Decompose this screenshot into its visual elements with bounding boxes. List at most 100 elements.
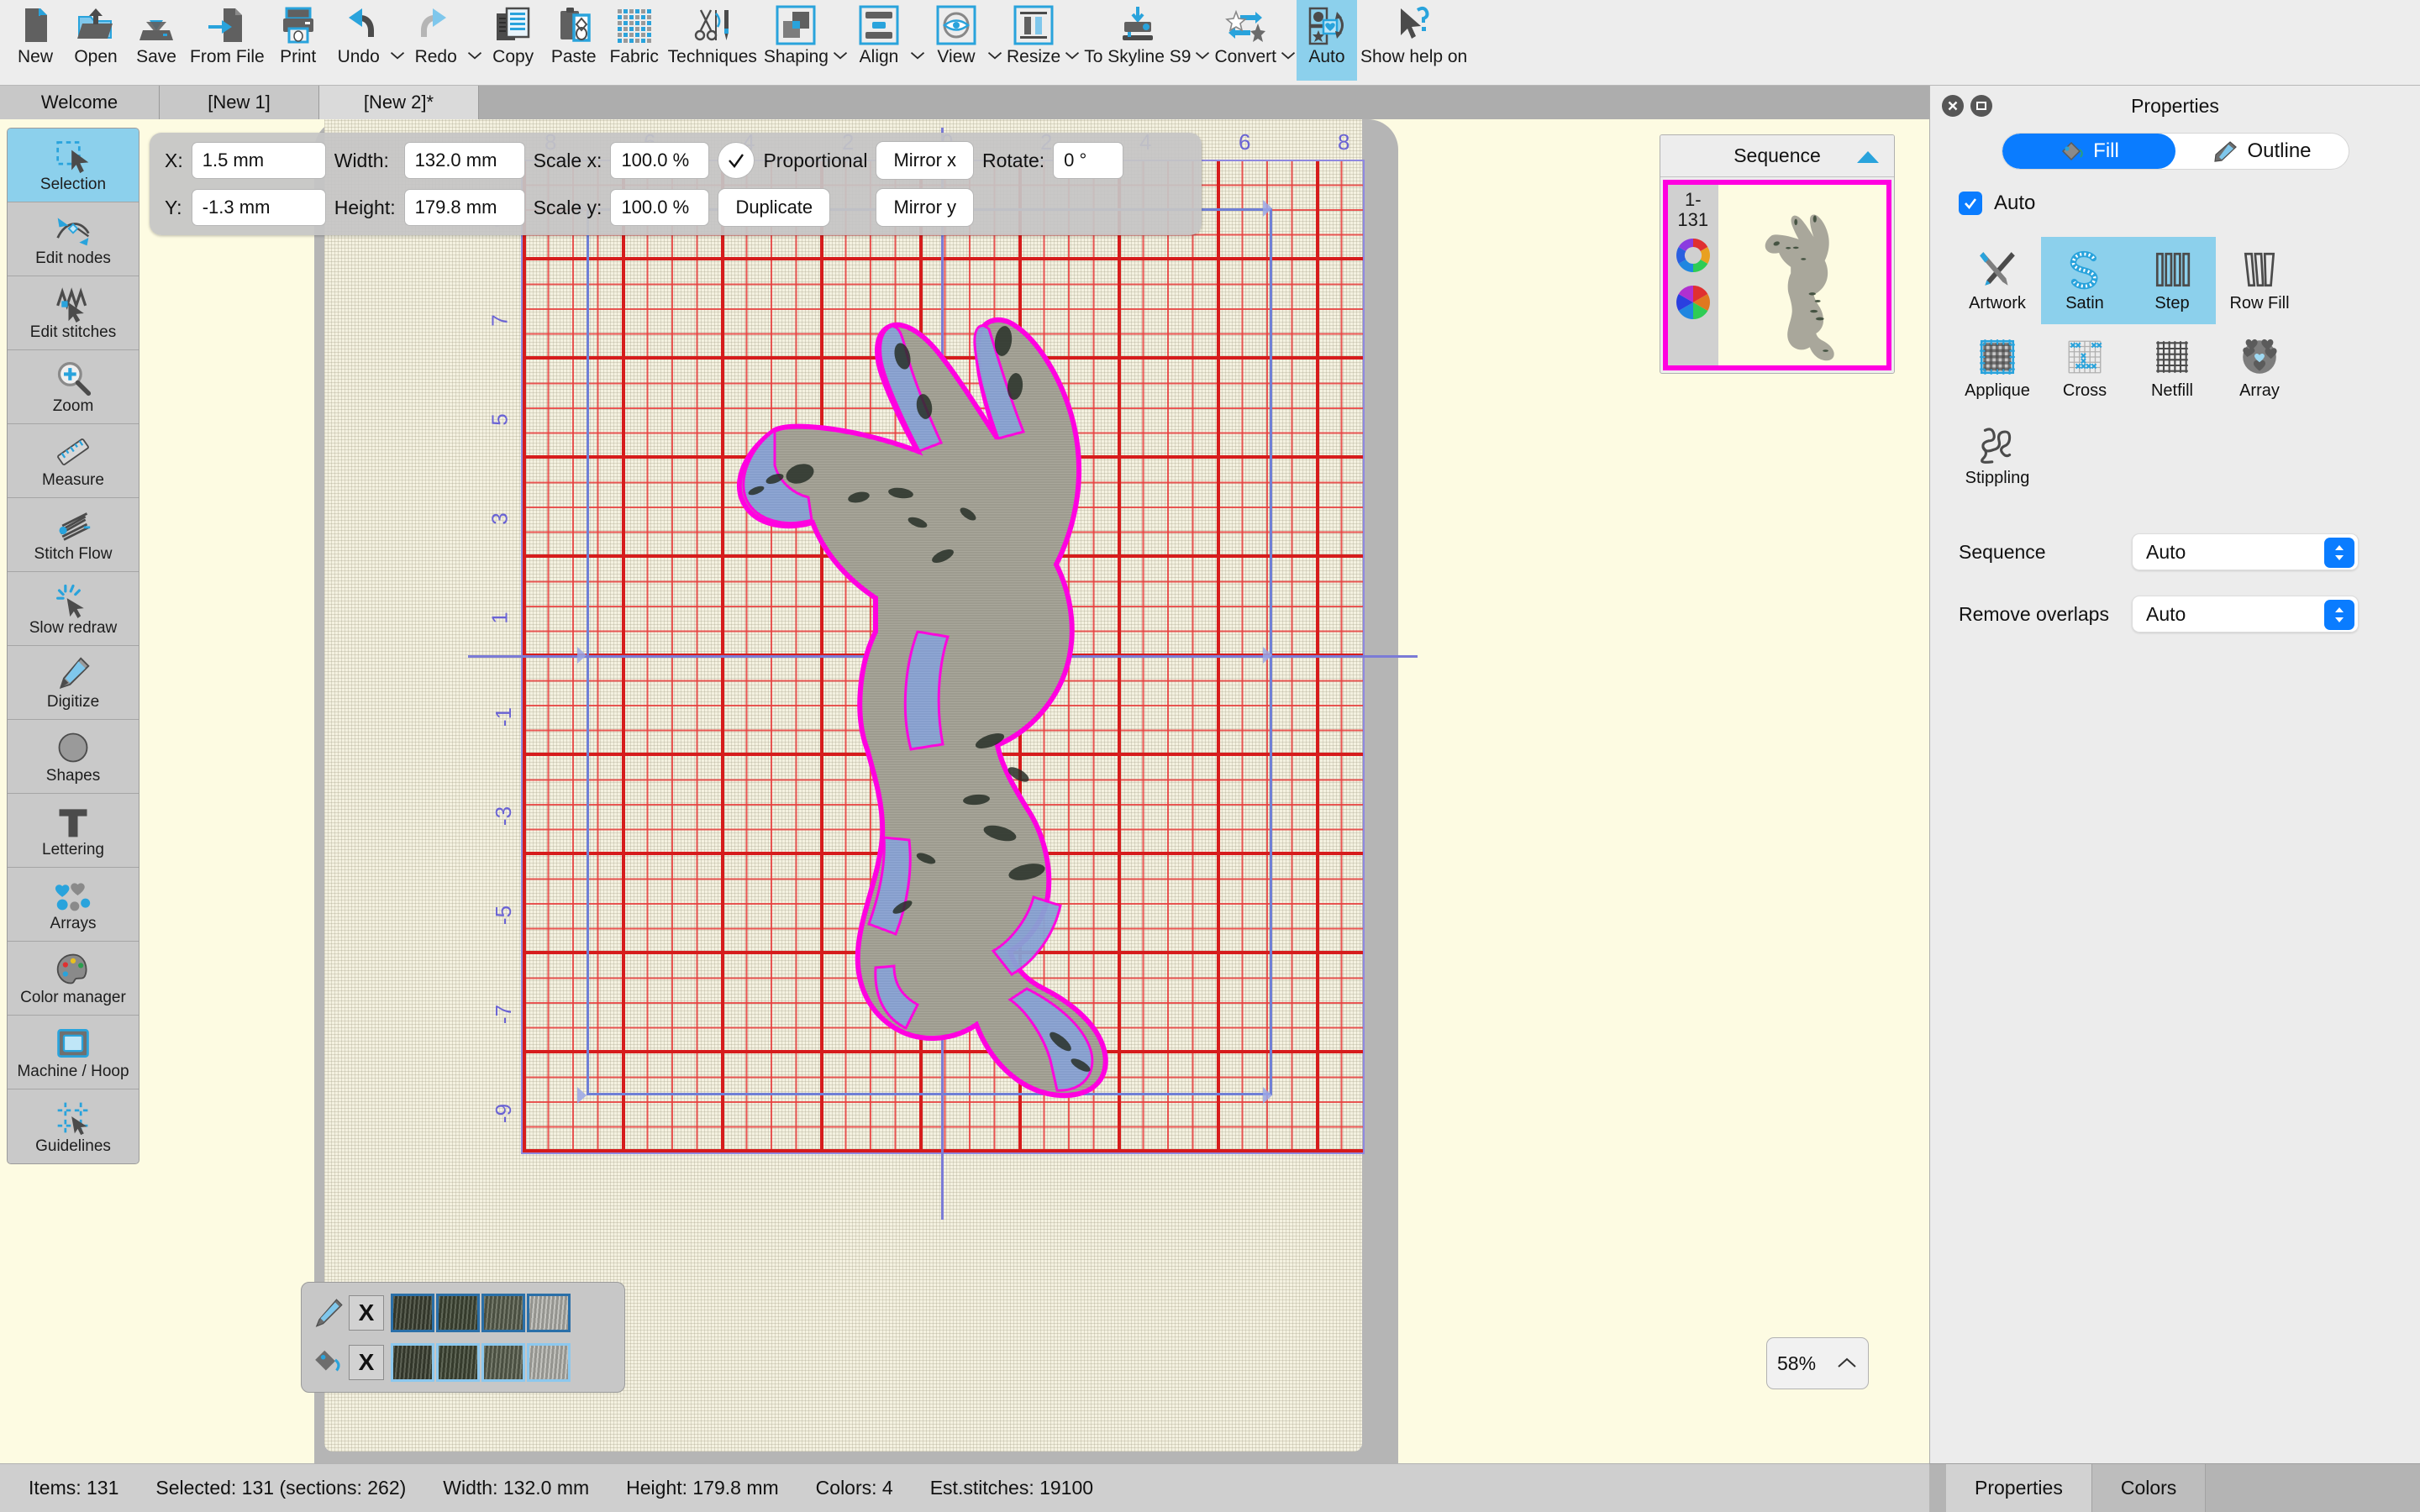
fill-type-cross[interactable]: Cross [2041, 324, 2128, 412]
color-wheel-ring-icon[interactable] [1673, 235, 1713, 276]
toolbar-button-save[interactable]: Save [126, 0, 187, 81]
document-tab[interactable]: [New 2]* [319, 86, 479, 119]
rotate-input[interactable]: 0 ° [1053, 142, 1123, 179]
duplicate-button[interactable]: Duplicate [718, 188, 830, 227]
tool-edit-stitches[interactable]: Edit stitches [8, 276, 139, 350]
y-input[interactable]: -1.3 mm [192, 189, 326, 226]
scale-y-input[interactable]: 100.0 % [610, 189, 709, 226]
triangle-up-icon[interactable] [1855, 149, 1881, 165]
toolbar-button-undo[interactable]: Undo [329, 0, 389, 81]
tool-shapes[interactable]: Shapes [8, 720, 139, 794]
toolbar-button-paste[interactable]: Paste [544, 0, 604, 81]
toolbar-button-redo[interactable]: Redo [406, 0, 466, 81]
tool-zoom[interactable]: Zoom [8, 350, 139, 424]
chevron-down-icon[interactable] [832, 0, 849, 81]
toolbar-button-shaping[interactable]: Shaping [760, 0, 832, 81]
toolbar-button-to-skyline-s9[interactable]: To Skyline S9 [1081, 0, 1194, 81]
properties-panel-header: Properties [1930, 86, 2420, 126]
toolbar-button-fabric[interactable]: Fabric [604, 0, 665, 81]
close-icon[interactable] [1942, 95, 1964, 117]
netfill-grid-icon [2151, 336, 2193, 378]
stepper-icon[interactable] [2324, 538, 2354, 568]
chevron-up-icon[interactable] [1836, 1357, 1858, 1370]
fill-type-row-fill[interactable]: Row Fill [2216, 237, 2303, 324]
toolbar-button-techniques[interactable]: Techniques [665, 0, 760, 81]
color-wheel-solid-icon[interactable] [1673, 282, 1713, 323]
zoom-control[interactable]: 58% [1766, 1337, 1869, 1389]
toolbar-button-resize[interactable]: Resize [1003, 0, 1064, 81]
paint-bucket-icon[interactable] [308, 1347, 349, 1378]
restore-window-icon[interactable] [1970, 95, 1992, 117]
toolbar-button-auto[interactable]: Auto [1297, 0, 1357, 81]
color-swatch[interactable] [391, 1294, 434, 1332]
x-input[interactable]: 1.5 mm [192, 142, 326, 179]
tool-lettering[interactable]: Lettering [8, 794, 139, 868]
chevron-down-icon[interactable] [389, 0, 406, 81]
toolbar-button-align[interactable]: Align [849, 0, 909, 81]
auto-checkbox-row[interactable]: Auto [1959, 192, 2420, 215]
tool-selection[interactable]: Selection [8, 129, 139, 202]
tool-measure[interactable]: Measure [8, 424, 139, 498]
tool-arrays[interactable]: Arrays [8, 868, 139, 942]
fill-type-netfill[interactable]: Netfill [2128, 324, 2216, 412]
chevron-down-icon[interactable] [1064, 0, 1081, 81]
chevron-down-icon[interactable] [909, 0, 926, 81]
toolbar-button-show-help-on[interactable]: Show help on [1357, 0, 1470, 81]
chevron-down-icon[interactable] [466, 0, 483, 81]
toolbar-button-print[interactable]: Print [268, 0, 329, 81]
toolbar-button-copy[interactable]: Copy [483, 0, 544, 81]
new-document-icon [15, 5, 55, 45]
document-tab[interactable]: [New 1] [160, 86, 319, 119]
sequence-thumbnail-area[interactable]: 1- 131 [1663, 180, 1891, 370]
fill-type-step[interactable]: Step [2128, 237, 2216, 324]
fill-type-applique[interactable]: Applique [1954, 324, 2041, 412]
mirror-y-button[interactable]: Mirror y [876, 188, 974, 227]
tool-edit-nodes[interactable]: Edit nodes [8, 202, 139, 276]
toolbar-button-new[interactable]: New [5, 0, 66, 81]
eye-icon [936, 5, 976, 45]
tool-machine-hoop[interactable]: Machine / Hoop [8, 1016, 139, 1089]
toolbar-button-open[interactable]: Open [66, 0, 126, 81]
bottom-tab-colors[interactable]: Colors [2092, 1464, 2206, 1512]
tool-color-manager[interactable]: Color manager [8, 942, 139, 1016]
fill-type-stippling[interactable]: Stippling [1954, 412, 2041, 499]
fill-type-satin[interactable]: Satin [2041, 237, 2128, 324]
fill-outline-segmented-control[interactable]: Fill Outline [2002, 133, 2349, 170]
color-swatch[interactable] [527, 1294, 571, 1332]
height-input[interactable]: 179.8 mm [404, 189, 525, 226]
rabbit-embroidery-design[interactable] [523, 161, 1363, 1152]
no-color-swatch[interactable]: X [349, 1295, 384, 1331]
fill-type-artwork[interactable]: Artwork [1954, 237, 2041, 324]
color-swatch[interactable] [481, 1343, 525, 1382]
color-swatch[interactable] [436, 1343, 480, 1382]
color-swatch[interactable] [527, 1343, 571, 1382]
toolbar-button-convert[interactable]: Convert [1211, 0, 1280, 81]
tool-digitize[interactable]: Digitize [8, 646, 139, 720]
chevron-down-icon[interactable] [986, 0, 1003, 81]
pencil-icon[interactable] [308, 1297, 349, 1329]
auto-checkbox[interactable] [1959, 192, 1982, 215]
stepper-icon[interactable] [2324, 600, 2354, 630]
toolbar-button-from-file[interactable]: From File [187, 0, 268, 81]
scale-x-input[interactable]: 100.0 % [610, 142, 709, 179]
no-color-swatch[interactable]: X [349, 1345, 384, 1380]
tab-outline[interactable]: Outline [2175, 134, 2349, 169]
sequence-select[interactable]: Auto [2132, 533, 2359, 570]
tab-fill[interactable]: Fill [2002, 134, 2175, 169]
chevron-down-icon[interactable] [1194, 0, 1211, 81]
tool-guidelines[interactable]: Guidelines [8, 1089, 139, 1163]
fill-type-array[interactable]: Array [2216, 324, 2303, 412]
width-input[interactable]: 132.0 mm [404, 142, 525, 179]
proportional-checkbox[interactable] [718, 142, 755, 179]
document-tab[interactable]: Welcome [0, 86, 160, 119]
color-swatch[interactable] [436, 1294, 480, 1332]
tool-stitch-flow[interactable]: Stitch Flow [8, 498, 139, 572]
mirror-x-button[interactable]: Mirror x [876, 141, 974, 180]
color-swatch[interactable] [481, 1294, 525, 1332]
bottom-tab-properties[interactable]: Properties [1946, 1464, 2092, 1512]
tool-slow-redraw[interactable]: Slow redraw [8, 572, 139, 646]
color-swatch[interactable] [391, 1343, 434, 1382]
toolbar-button-view[interactable]: View [926, 0, 986, 81]
remove-overlaps-select[interactable]: Auto [2132, 596, 2359, 633]
chevron-down-icon[interactable] [1280, 0, 1297, 81]
